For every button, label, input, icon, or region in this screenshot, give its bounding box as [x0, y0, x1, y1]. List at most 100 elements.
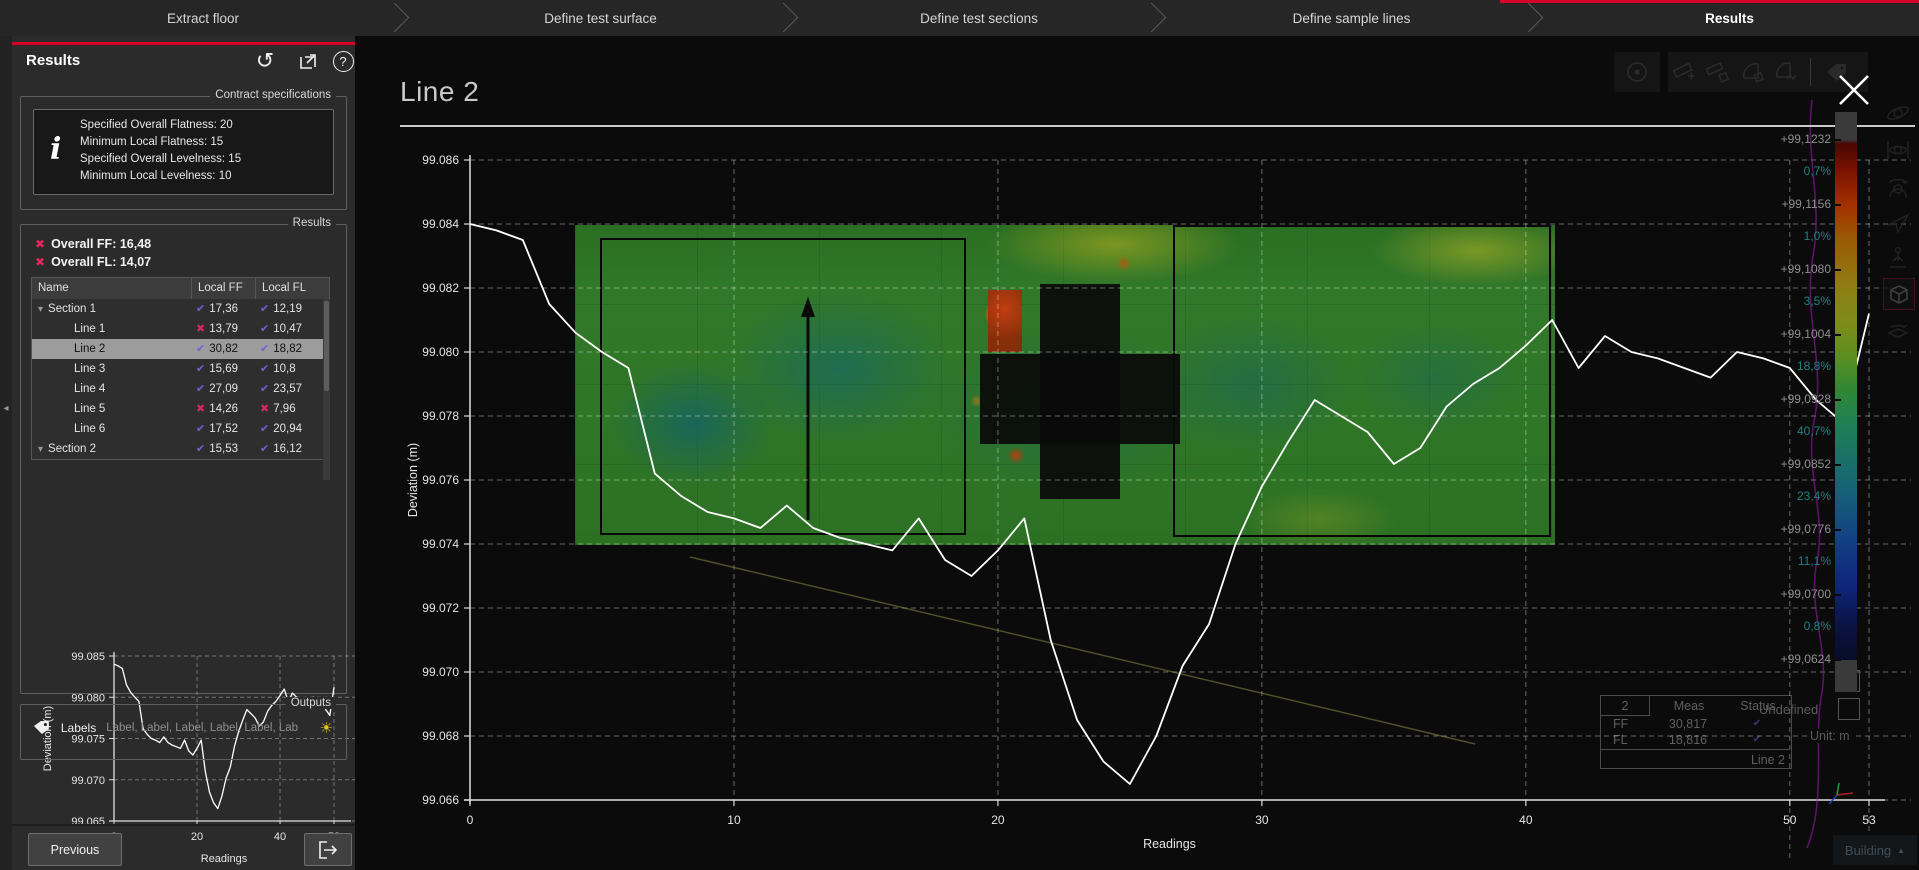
look-around-icon[interactable]	[1883, 172, 1913, 202]
wizard-step-results[interactable]: Results	[1540, 0, 1919, 36]
checkbox-undefined[interactable]	[1838, 698, 1860, 720]
colorbar-value-label: +99,0776	[1761, 522, 1831, 536]
svg-text:99.066: 99.066	[422, 793, 459, 807]
table-row[interactable]: ▾Section 2✔15,53✔16,12	[32, 439, 329, 459]
table-row[interactable]: Line 5✖14,26✖7,96	[32, 399, 329, 419]
row-fl: ✖7,96	[256, 399, 319, 419]
svg-text:99.070: 99.070	[422, 665, 459, 679]
labels-title: Labels	[61, 721, 96, 735]
table-row[interactable]: ▾Section 1✔17,36✔12,19	[32, 299, 329, 319]
pass-icon: ✔	[196, 339, 205, 359]
overall-ff: ✖Overall FF: 16,48	[35, 237, 151, 251]
colorbar-percent-label: 0,7%	[1761, 164, 1831, 178]
colorbar-tick	[1835, 594, 1841, 596]
row-name: ▾Section 2	[32, 439, 192, 459]
help-glyph: ?	[333, 51, 354, 72]
close-chart-icon[interactable]	[1837, 73, 1871, 107]
constrained-orbit-icon[interactable]	[1883, 135, 1913, 165]
lightbulb-icon[interactable]: ☀	[320, 719, 333, 737]
previous-button[interactable]: Previous	[28, 833, 122, 866]
fail-icon: ✖	[196, 319, 205, 339]
colorbar-value-label: +99,0928	[1761, 392, 1831, 406]
axis-gizmo	[1817, 780, 1857, 815]
expand-chevron-icon[interactable]: ▾	[38, 444, 43, 455]
colorbar-percent-label: 0,8%	[1761, 619, 1831, 633]
svg-text:99.070: 99.070	[71, 775, 105, 787]
svg-text:20: 20	[991, 813, 1005, 827]
svg-text:30: 30	[1255, 813, 1269, 827]
point-select-icon[interactable]	[1623, 58, 1651, 86]
svg-text:99.065: 99.065	[71, 816, 105, 828]
row-fl: ✔18,82	[256, 339, 319, 359]
colorbar-percent-label: 11,1%	[1761, 554, 1831, 568]
open-external-icon[interactable]	[295, 48, 321, 74]
svg-text:99.086: 99.086	[422, 153, 459, 167]
tag-icon	[33, 720, 51, 736]
svg-text:99.068: 99.068	[422, 729, 459, 743]
wizard-step-label: Extract floor	[167, 11, 239, 26]
title-separator	[400, 125, 1915, 127]
wizard-step-define-test-surface[interactable]: Define test surface	[406, 0, 795, 36]
expand-chevron-icon[interactable]: ▾	[38, 304, 43, 315]
group-legend: Results	[288, 217, 336, 229]
measure-distance-icon[interactable]	[1704, 58, 1732, 86]
svg-text:99.084: 99.084	[422, 217, 459, 231]
history-icon[interactable]: ↺	[252, 48, 278, 74]
row-ff: ✔17,52	[192, 419, 256, 439]
help-icon[interactable]: ?	[330, 48, 356, 74]
svg-text:99.080: 99.080	[71, 692, 105, 704]
wizard-step-define-test-sections[interactable]: Define test sections	[795, 0, 1163, 36]
export-report-button[interactable]	[304, 833, 352, 866]
collapse-panel-arrow-icon[interactable]: ◂	[0, 400, 12, 418]
svg-text:99.074: 99.074	[422, 537, 459, 551]
row-name: Line 6	[32, 419, 192, 439]
walk-view-icon[interactable]	[1883, 243, 1913, 273]
wizard-step-label: Results	[1705, 11, 1754, 26]
wizard-step-label: Define test surface	[544, 11, 657, 26]
panel-title: Results	[26, 52, 80, 69]
wizard-step-extract-floor[interactable]: Extract floor	[0, 0, 406, 36]
svg-text:Readings: Readings	[1143, 837, 1196, 851]
pass-icon: ✔	[196, 359, 205, 379]
table-row[interactable]: Line 2✔30,82✔18,82	[32, 339, 329, 359]
previous-label: Previous	[51, 843, 100, 857]
cube-view-icon[interactable]	[1883, 278, 1915, 310]
measure-profile-icon[interactable]	[1772, 58, 1800, 86]
col-local-fl[interactable]: Local FL	[256, 278, 319, 299]
table-scrollbar[interactable]	[323, 299, 330, 480]
colorbar-percent-label: 23,4%	[1761, 489, 1831, 503]
add-measurement-icon[interactable]	[1670, 58, 1698, 86]
svg-text:99.080: 99.080	[422, 345, 459, 359]
overall-fl: ✖Overall FL: 14,07	[35, 255, 151, 269]
scrollbar-thumb[interactable]	[324, 301, 329, 391]
measure-angle-icon[interactable]	[1738, 58, 1766, 86]
row-ff: ✔15,69	[192, 359, 256, 379]
table-row[interactable]: Line 3✔15,69✔10,8	[32, 359, 329, 379]
orbit-view-icon[interactable]	[1883, 98, 1913, 128]
colorbar-value-label: +99,1080	[1761, 262, 1831, 276]
pass-icon: ✔	[260, 359, 269, 379]
pass-icon: ✔	[260, 419, 269, 439]
fly-view-icon[interactable]	[1883, 208, 1913, 238]
colorbar-value-label: +99,0852	[1761, 457, 1831, 471]
col-name[interactable]: Name	[32, 278, 192, 299]
col-local-ff[interactable]: Local FF	[192, 278, 256, 299]
row-fl: ✔16,12	[256, 439, 319, 459]
fail-icon: ✖	[196, 399, 205, 419]
svg-text:99.085: 99.085	[71, 651, 105, 663]
row-name: Line 4	[32, 379, 192, 399]
table-row[interactable]: Line 4✔27,09✔23,57	[32, 379, 329, 399]
svg-text:40: 40	[274, 831, 286, 843]
building-selector[interactable]: Building ▲	[1833, 835, 1917, 865]
row-fl: ✔10,8	[256, 359, 319, 379]
turntable-view-icon[interactable]	[1883, 317, 1913, 347]
labels-output-row[interactable]: Labels Label, Label, Label, Label, Label…	[33, 719, 333, 737]
table-row[interactable]: Line 6✔17,52✔20,94	[32, 419, 329, 439]
row-name: Line 1	[32, 319, 192, 339]
wizard-step-define-sample-lines[interactable]: Define sample lines	[1163, 0, 1540, 36]
table-row[interactable]: Line 1✖13,79✔10,47	[32, 319, 329, 339]
exit-icon	[318, 841, 338, 859]
colorbar-tick	[1835, 334, 1841, 336]
deviation-chart: 99.08699.08499.08299.08099.07899.07699.0…	[355, 36, 1919, 870]
svg-text:Readings: Readings	[201, 853, 248, 865]
